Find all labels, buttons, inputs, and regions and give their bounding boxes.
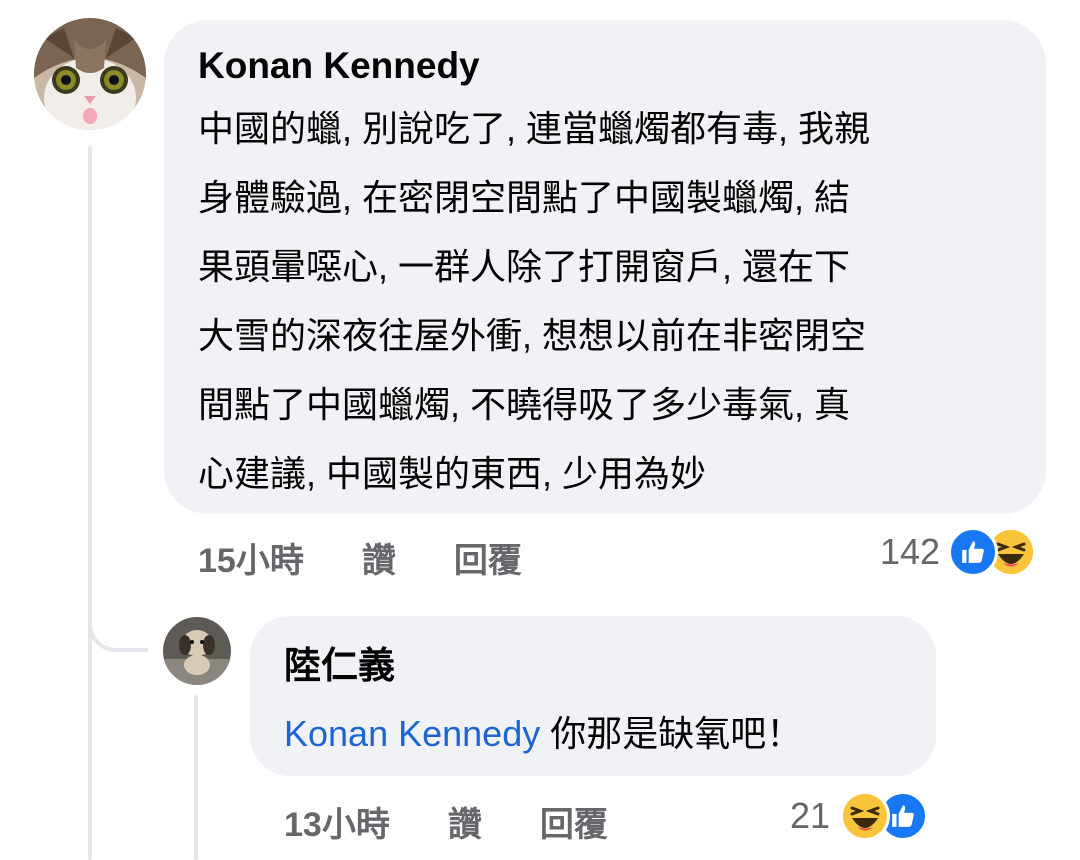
reaction-count: 21 <box>790 795 831 836</box>
like-icon <box>948 527 999 577</box>
comment-text: 中國的蠟, 別說吃了, 連當蠟燭都有毒, 我親 身體驗過, 在密閉空間點了中國製… <box>198 108 871 494</box>
reply-button[interactable]: 回覆 <box>540 797 608 846</box>
reply-text: Konan Kennedy 你那是缺氧吧！ <box>284 706 902 762</box>
comment-timestamp[interactable]: 15小時 <box>198 533 304 582</box>
avatar[interactable] <box>34 18 146 130</box>
reply-bubble: 陸仁義 Konan Kennedy 你那是缺氧吧！ <box>250 616 936 776</box>
comment-meta: 15小時 讚 回覆 <box>198 534 522 580</box>
comment-thread: Konan Kennedy 中國的蠟, 別說吃了, 連當蠟燭都有毒, 我親 身體… <box>0 0 1080 860</box>
mention-link[interactable]: Konan Kennedy <box>284 713 540 754</box>
reaction-count: 142 <box>880 531 941 572</box>
reply-text-body: 你那是缺氧吧！ <box>540 713 803 754</box>
thread-line-main <box>88 146 92 860</box>
comment-bubble: Konan Kennedy 中國的蠟, 別說吃了, 連當蠟燭都有毒, 我親 身體… <box>164 20 1046 514</box>
figurine-avatar-icon <box>163 617 231 685</box>
reply-timestamp[interactable]: 13小時 <box>284 797 390 846</box>
thread-line-reply <box>194 695 198 860</box>
haha-icon <box>840 791 891 841</box>
comment-author[interactable]: Konan Kennedy <box>198 44 1012 88</box>
thread-line-branch <box>88 600 148 652</box>
cat-avatar-icon <box>34 18 146 130</box>
reply-reactions[interactable]: 21 <box>790 790 929 842</box>
like-button[interactable]: 讚 <box>362 533 396 582</box>
comment-reactions[interactable]: 142 <box>880 526 1037 578</box>
avatar[interactable] <box>163 617 231 685</box>
reply-author[interactable]: 陸仁義 <box>284 644 902 688</box>
reply-button[interactable]: 回覆 <box>454 533 522 582</box>
reply-meta: 13小時 讚 回覆 <box>284 798 608 844</box>
like-button[interactable]: 讚 <box>448 797 482 846</box>
